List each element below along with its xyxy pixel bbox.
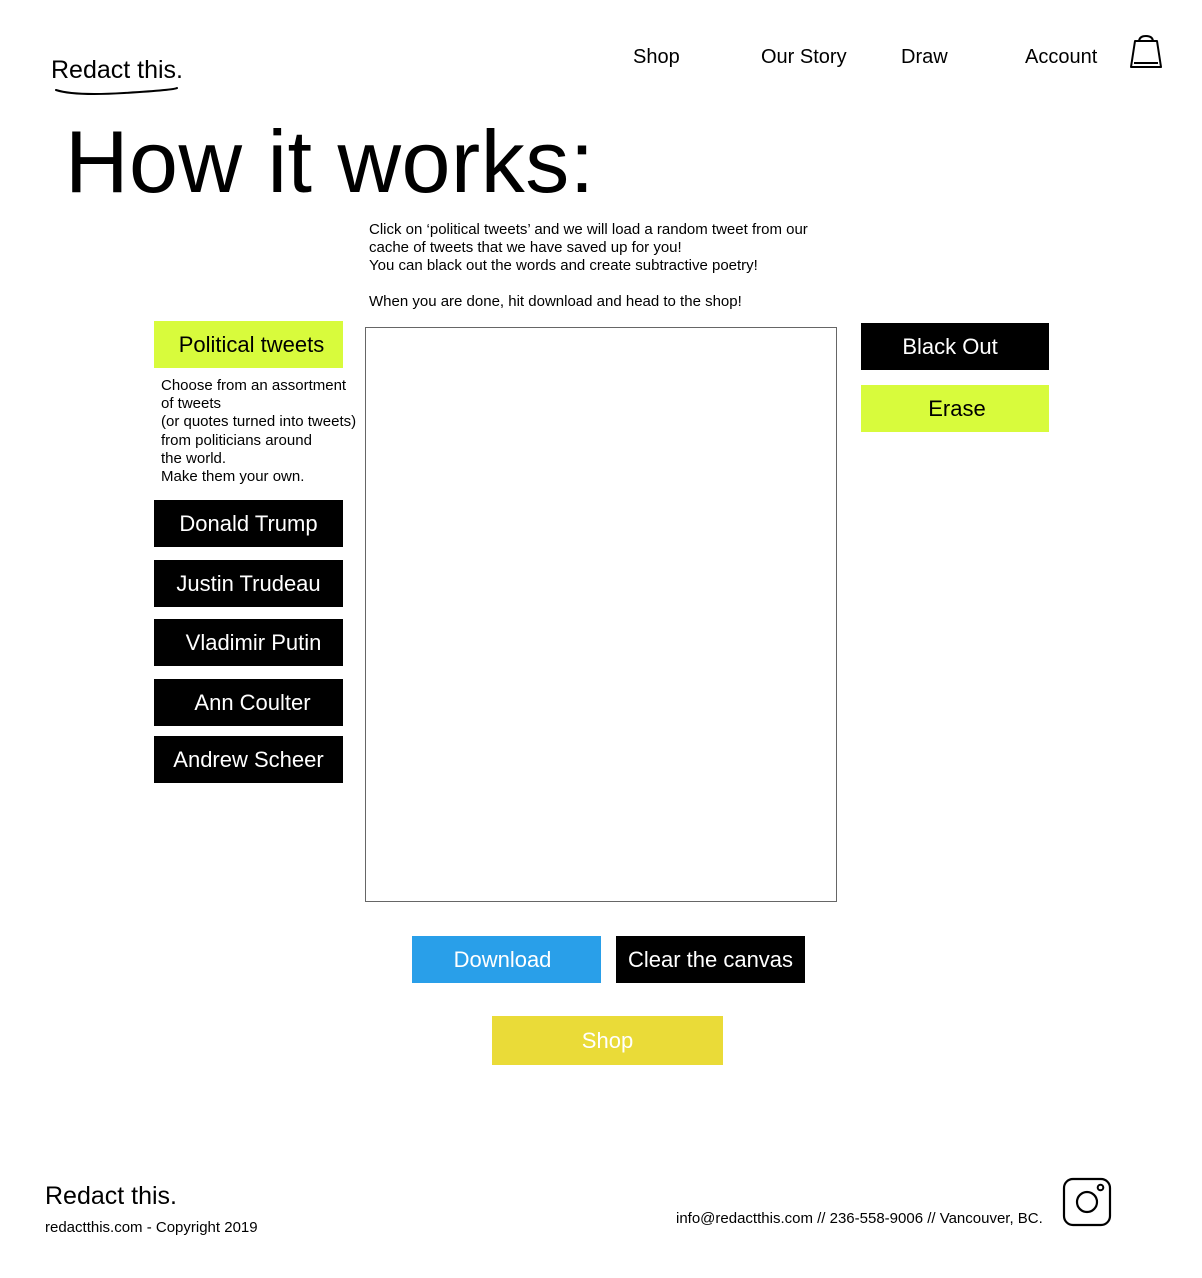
description-line: (or quotes turned into tweets) (161, 413, 357, 431)
erase-button[interactable]: Erase (861, 385, 1049, 432)
page-title: How it works: (65, 112, 595, 211)
instructions: Click on ‘political tweets’ and we will … (369, 221, 839, 311)
politician-ann-coulter-button[interactable]: Ann Coulter (154, 679, 343, 726)
political-tweets-button[interactable]: Political tweets (154, 321, 343, 368)
category-description: Choose from an assortment of tweets (or … (161, 377, 361, 486)
drawing-canvas[interactable] (365, 327, 837, 902)
footer-contact: info@redactthis.com // 236-558-9006 // V… (676, 1210, 1043, 1227)
download-button[interactable]: Download (412, 936, 601, 983)
politician-donald-trump-button[interactable]: Donald Trump (154, 500, 343, 547)
politician-justin-trudeau-button[interactable]: Justin Trudeau (154, 560, 343, 607)
instructions-line-3: When you are done, hit download and head… (369, 293, 742, 310)
description-line: Make them your own. (161, 468, 305, 486)
nav-shop[interactable]: Shop (633, 44, 680, 70)
footer-copyright: redactthis.com - Copyright 2019 (45, 1219, 258, 1236)
shopping-bag-icon[interactable] (1128, 34, 1164, 70)
nav-draw[interactable]: Draw (901, 44, 948, 70)
shop-button[interactable]: Shop (492, 1016, 723, 1065)
logo-underline-decoration (55, 87, 178, 95)
footer-logo[interactable]: Redact this. (45, 1180, 177, 1212)
clear-canvas-button[interactable]: Clear the canvas (616, 936, 805, 983)
description-line: from politicians around (161, 431, 312, 449)
site-logo[interactable]: Redact this. (51, 54, 183, 86)
description-line: of tweets (161, 395, 222, 413)
nav-our-story[interactable]: Our Story (761, 44, 847, 70)
instructions-line-1: Click on ‘political tweets’ and we will … (369, 221, 808, 256)
black-out-button[interactable]: Black Out (861, 323, 1049, 370)
politician-andrew-scheer-button[interactable]: Andrew Scheer (154, 736, 343, 783)
nav-account[interactable]: Account (1025, 44, 1097, 70)
description-line: the world. (161, 449, 227, 467)
description-line: Choose from an assortment (161, 377, 347, 394)
instagram-icon[interactable] (1062, 1177, 1112, 1227)
instructions-line-2: You can black out the words and create s… (369, 257, 758, 274)
politician-vladimir-putin-button[interactable]: Vladimir Putin (154, 619, 343, 666)
